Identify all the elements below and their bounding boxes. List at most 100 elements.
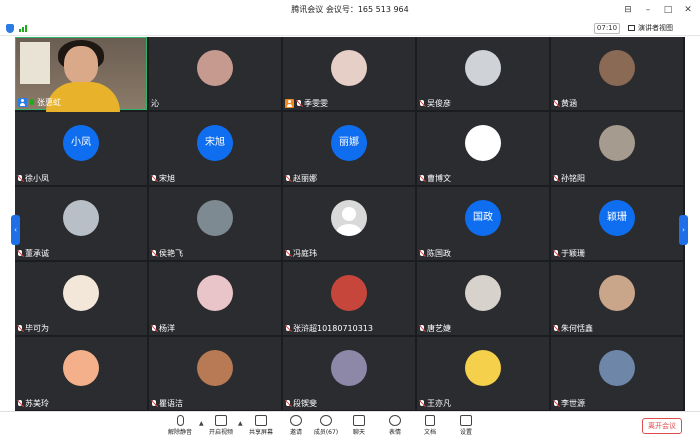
participant-avatar <box>465 124 501 161</box>
participant-name: 苏美玲 <box>25 399 49 408</box>
participant-name: 侯艳飞 <box>159 249 183 258</box>
document-icon <box>425 415 435 426</box>
camera-off-icon <box>215 415 227 426</box>
participant-tile[interactable]: 颖珊 于颖珊 <box>551 187 683 260</box>
mic-muted-icon <box>151 249 157 258</box>
participant-tile[interactable]: 孙铭阳 <box>551 112 683 185</box>
settings-button[interactable]: 设置 <box>448 415 484 441</box>
participant-tile[interactable]: 董承诚 <box>15 187 147 260</box>
leave-meeting-button[interactable]: 离开会议 <box>642 418 682 434</box>
participant-tile[interactable]: 毕可为 <box>15 262 147 335</box>
prev-page-arrow-icon[interactable]: ‹ <box>11 215 20 245</box>
participant-name: 张惠虹 <box>37 98 61 107</box>
participant-tile[interactable]: 李世源 <box>551 337 683 410</box>
participant-name: 王亦凡 <box>427 399 451 408</box>
participant-name-row: 季雯雯 <box>285 98 328 109</box>
mic-muted-icon <box>553 399 559 408</box>
participant-avatar <box>465 274 501 311</box>
minimize-icon[interactable]: – <box>640 2 656 18</box>
participant-tile[interactable]: 小凤徐小凤 <box>15 112 147 185</box>
participant-tile[interactable]: 冯庭玮 <box>283 187 415 260</box>
participant-name: 孙铭阳 <box>561 174 585 183</box>
share-screen-label: 共享屏幕 <box>248 429 273 436</box>
participant-tile[interactable]: 段锲斐 <box>283 337 415 410</box>
title-bar: 腾讯会议 会议号：165 513 964 ⊟ – □ ✕ <box>0 0 700 22</box>
participant-tile[interactable]: 曹博文 <box>417 112 549 185</box>
participant-tile[interactable]: 瞿语洁 <box>149 337 281 410</box>
participant-name-row: 张浒超10180710313 <box>285 323 373 334</box>
participant-grid: 张惠虹沁季雯雯 吴俊彦 黄涵 小凤 徐小凤 宋旭 宋旭 丽娜 赵丽娜 曹博文 孙铭阳 董承诚 侯艳飞 冯庭… <box>15 37 685 411</box>
participant-tile[interactable]: 杨洋 <box>149 262 281 335</box>
mic-muted-icon <box>285 249 291 258</box>
participant-name: 董承诚 <box>25 249 49 258</box>
participant-name: 沁 <box>151 99 159 108</box>
participant-tile[interactable]: 季雯雯 <box>283 37 415 110</box>
pin-icon[interactable]: ⊟ <box>620 2 636 18</box>
participant-avatar <box>331 199 367 236</box>
members-button[interactable]: 成员(67) <box>308 415 344 441</box>
mic-muted-icon <box>17 399 23 408</box>
mic-muted-icon <box>285 324 291 333</box>
participant-tile[interactable]: 唐艺婕 <box>417 262 549 335</box>
person-face <box>64 46 98 84</box>
next-page-arrow-icon[interactable]: › <box>679 215 688 245</box>
video-options-chevron-icon[interactable]: ▲ <box>238 420 243 427</box>
participant-tile[interactable]: 朱何恬鑫 <box>551 262 683 335</box>
participant-name-row: 曹博文 <box>419 173 451 184</box>
window-title: 腾讯会议 会议号：165 513 964 <box>291 5 409 14</box>
participant-avatar <box>599 274 635 311</box>
participant-avatar <box>599 349 635 386</box>
participant-name-row: 瞿语洁 <box>151 398 183 409</box>
settings-grid-icon <box>460 415 472 426</box>
participant-name-row: 沁 <box>151 98 159 109</box>
security-shield-icon[interactable] <box>6 24 14 33</box>
maximize-icon[interactable]: □ <box>660 2 676 18</box>
participant-name-row: 黄涵 <box>553 98 577 109</box>
mic-muted-icon <box>419 99 425 108</box>
participant-name-row: 徐小凤 <box>17 173 49 184</box>
mic-muted-icon <box>17 174 23 183</box>
participant-name-row: 宋旭 <box>151 173 175 184</box>
participant-avatar <box>197 349 233 386</box>
participant-tile[interactable]: 宋旭 宋旭 <box>149 112 281 185</box>
participant-name: 宋旭 <box>159 174 175 183</box>
unmute-button[interactable]: 解除静音 <box>162 415 198 441</box>
participant-tile[interactable]: 张惠虹 <box>15 37 147 112</box>
participant-name: 杨洋 <box>159 324 175 333</box>
speaker-view-label: 演讲者视图 <box>638 24 673 32</box>
participant-name-row: 毕可为 <box>17 323 49 334</box>
participant-name: 陈国政 <box>427 249 451 258</box>
network-signal-icon <box>19 25 27 32</box>
share-screen-button[interactable]: 共享屏幕 <box>243 415 279 441</box>
participant-avatar <box>331 274 367 311</box>
participant-tile[interactable]: 侯艳飞 <box>149 187 281 260</box>
meeting-toolbar: 解除静音 ▲ 开启视频 ▲ 共享屏幕 邀请 成员(67) 聊天 表情 文档 设置 <box>0 411 700 441</box>
participant-tile[interactable]: 丽娜 赵丽娜 <box>283 112 415 185</box>
documents-button[interactable]: 文档 <box>412 415 448 441</box>
participant-avatar: 小凤 <box>63 124 99 161</box>
smiley-icon <box>389 415 401 426</box>
participant-avatar <box>465 349 501 386</box>
settings-label: 设置 <box>459 429 472 436</box>
participant-tile[interactable]: 国政 陈国政 <box>417 187 549 260</box>
reactions-label: 表情 <box>388 429 401 436</box>
participant-tile[interactable]: 王亦凡 <box>417 337 549 410</box>
participant-tile[interactable]: 黄涵 <box>551 37 683 110</box>
members-icon <box>320 415 332 426</box>
mic-muted-icon <box>151 324 157 333</box>
mic-muted-icon <box>419 399 425 408</box>
participant-tile[interactable]: 苏美玲 <box>15 337 147 410</box>
participant-tile[interactable]: 吴俊彦 <box>417 37 549 110</box>
participant-avatar <box>599 124 635 161</box>
participant-name-row: 赵丽娜 <box>285 173 317 184</box>
participant-tile[interactable]: 张浒超10180710313 <box>283 262 415 335</box>
speaker-view-button[interactable]: 演讲者视图 <box>626 22 673 35</box>
start-video-button[interactable]: 开启视频 <box>203 415 239 441</box>
wall-poster <box>20 42 50 84</box>
close-icon[interactable]: ✕ <box>680 2 696 18</box>
participant-tile[interactable]: 沁 <box>149 37 281 110</box>
mic-muted-icon <box>17 324 23 333</box>
mic-muted-icon <box>296 99 302 108</box>
chat-button[interactable]: 聊天 <box>341 415 377 441</box>
reactions-button[interactable]: 表情 <box>377 415 413 441</box>
